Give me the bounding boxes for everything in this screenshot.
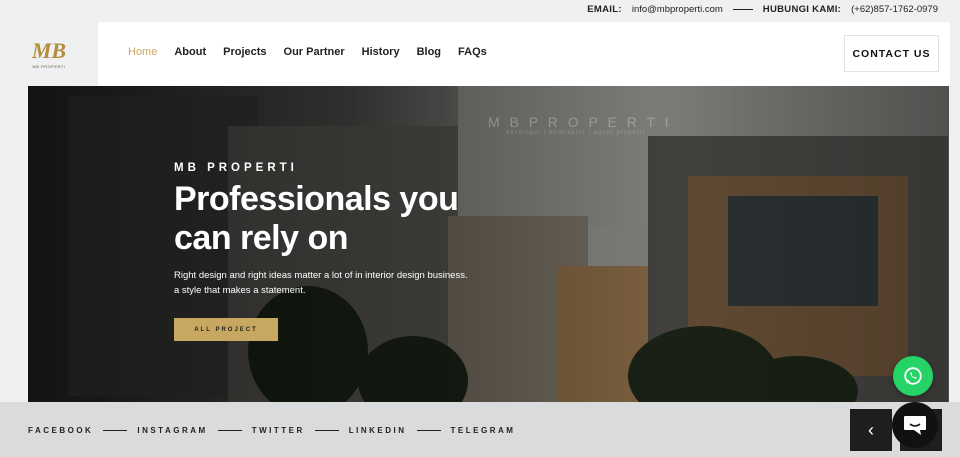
social-links: FACEBOOK INSTAGRAM TWITTER LINKEDIN TELE… xyxy=(28,426,515,435)
social-linkedin[interactable]: LINKEDIN xyxy=(349,426,407,435)
hero-headline: Professionals you can rely on xyxy=(174,180,459,257)
slider-prev-button[interactable]: ‹ xyxy=(850,409,892,451)
nav-about[interactable]: About xyxy=(174,46,206,58)
nav-blog[interactable]: Blog xyxy=(417,46,441,58)
logo-mark: MB xyxy=(31,37,67,63)
divider xyxy=(217,430,242,431)
divider xyxy=(314,430,339,431)
nav-history[interactable]: History xyxy=(362,46,400,58)
divider xyxy=(103,430,128,431)
divider xyxy=(416,430,441,431)
social-telegram[interactable]: TELEGRAM xyxy=(451,426,516,435)
hero-content: MB PROPERTI Professionals you can rely o… xyxy=(174,162,504,341)
nav-our-partner[interactable]: Our Partner xyxy=(284,46,345,58)
all-project-button[interactable]: ALL PROJECT xyxy=(174,318,278,341)
contact-us-button[interactable]: CONTACT US xyxy=(844,35,939,72)
social-instagram[interactable]: INSTAGRAM xyxy=(137,426,207,435)
chevron-left-icon: ‹ xyxy=(868,419,874,440)
email-label: EMAIL: xyxy=(587,4,622,15)
social-twitter[interactable]: TWITTER xyxy=(252,426,305,435)
social-bar: FACEBOOK INSTAGRAM TWITTER LINKEDIN TELE… xyxy=(0,402,960,457)
chat-widget-button[interactable] xyxy=(892,402,938,448)
main-nav: Home About Projects Our Partner History … xyxy=(128,46,487,58)
watermark-logo: M B P R O P E R T I xyxy=(488,114,672,130)
contact-info: EMAIL: info@mbproperti.com HUBUNGI KAMI:… xyxy=(587,4,938,15)
main-navbar: Home About Projects Our Partner History … xyxy=(98,22,950,86)
phone-label: HUBUNGI KAMI: xyxy=(762,4,842,15)
divider xyxy=(732,9,753,10)
chat-bubble-icon xyxy=(904,416,926,435)
nav-projects[interactable]: Projects xyxy=(223,46,266,58)
watermark-tagline: developer | kontraktor | agent properti xyxy=(506,130,645,136)
hero-eyebrow: MB PROPERTI xyxy=(174,162,298,174)
top-contact-bar: EMAIL: info@mbproperti.com HUBUNGI KAMI:… xyxy=(0,0,960,22)
hero-banner: M B P R O P E R T I developer | kontrakt… xyxy=(28,86,949,402)
email-link[interactable]: info@mbproperti.com xyxy=(632,4,723,15)
site-logo[interactable]: MB MB PROPERTI xyxy=(0,22,98,86)
nav-home[interactable]: Home xyxy=(128,46,157,58)
social-facebook[interactable]: FACEBOOK xyxy=(28,426,93,435)
phone-link[interactable]: (+62)857-1762-0979 xyxy=(851,4,938,15)
nav-faqs[interactable]: FAQs xyxy=(458,46,487,58)
logo-tagline: MB PROPERTI xyxy=(32,63,66,69)
whatsapp-button[interactable] xyxy=(893,356,933,396)
whatsapp-icon xyxy=(904,367,922,385)
hero-description: Right design and right ideas matter a lo… xyxy=(174,270,468,296)
